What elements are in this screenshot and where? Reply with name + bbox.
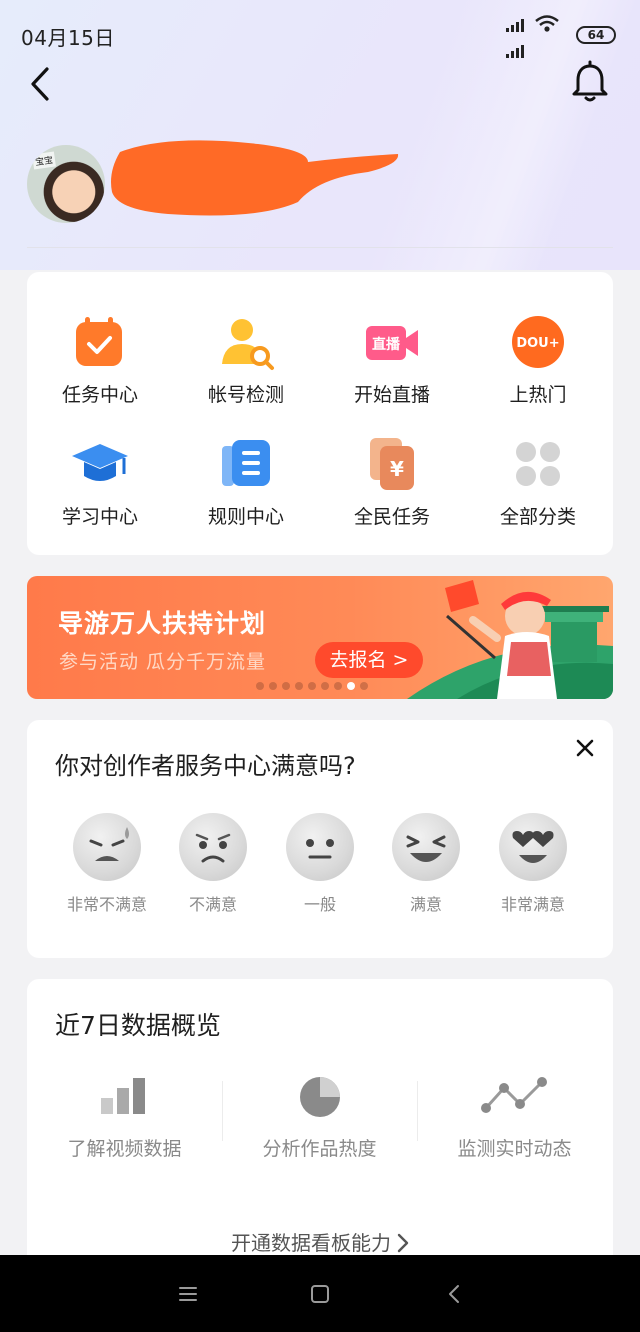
overview-item-label: 分析作品热度 [262, 1138, 377, 1160]
survey-option-unsatisfied[interactable]: 不满意 [160, 813, 266, 915]
home-icon[interactable] [307, 1281, 333, 1307]
header-divider [27, 247, 613, 248]
worried-face-icon [179, 813, 247, 881]
battery-indicator: 64 [576, 26, 616, 44]
survey-option-label: 非常不满意 [66, 895, 147, 914]
close-icon[interactable] [573, 736, 597, 760]
overview-item-label: 了解视频数据 [67, 1138, 182, 1160]
rules-book-icon [216, 434, 276, 494]
menu-icon[interactable] [175, 1281, 201, 1307]
chevron-right-icon [397, 1233, 409, 1253]
survey-option-label: 一般 [303, 895, 336, 914]
survey-title: 你对创作者服务中心满意吗? [55, 752, 356, 780]
yuan-task-icon: ¥ [362, 434, 422, 494]
pagination-dot[interactable] [256, 682, 264, 690]
pagination-dot[interactable] [282, 682, 290, 690]
survey-option-satisfied[interactable]: 满意 [373, 813, 479, 915]
grid-label: 任务中心 [61, 384, 138, 406]
banner-title: 导游万人扶持计划 [58, 609, 267, 638]
survey-option-label: 满意 [409, 895, 442, 914]
grid-label: 全民任务 [353, 506, 430, 528]
dou-plus-icon: DOU+ [508, 312, 568, 372]
avatar[interactable]: 宝宝 [27, 145, 105, 223]
start-live-icon: 直播 [362, 312, 422, 372]
grid-label: 开始直播 [353, 384, 430, 406]
pagination-dot[interactable] [321, 682, 329, 690]
line-trend-icon [480, 1074, 547, 1120]
grid-item-start-live[interactable]: 直播 开始直播 [319, 312, 465, 407]
grid-label: 上热门 [509, 384, 567, 406]
yuan-task-icon-text: ¥ [390, 457, 404, 481]
open-dashboard-link[interactable]: 开通数据看板能力 [27, 1227, 613, 1256]
pagination-dot[interactable] [308, 682, 316, 690]
open-dashboard-label: 开通数据看板能力 [231, 1231, 391, 1255]
overview-title: 近7日数据概览 [55, 1011, 221, 1040]
back-icon[interactable] [26, 64, 56, 104]
system-back-icon[interactable] [442, 1281, 468, 1307]
overview-item-video-data[interactable]: 了解视频数据 [27, 1074, 222, 1161]
dou-plus-icon-text: DOU+ [516, 336, 559, 351]
signal-icon [506, 18, 524, 32]
system-navigation-bar [0, 1255, 640, 1332]
grid-item-dou-plus[interactable]: DOU+ 上热门 [465, 312, 611, 407]
grid-label: 全部分类 [499, 506, 576, 528]
grid-item-rules-center[interactable]: 规则中心 [173, 434, 319, 529]
tired-face-icon [73, 813, 141, 881]
banner-signup-button[interactable]: 去报名 > [315, 642, 423, 678]
start-live-icon-text: 直播 [372, 336, 401, 353]
survey-option-very-satisfied[interactable]: 非常满意 [480, 813, 586, 915]
heart-eyes-face-icon [499, 813, 567, 881]
grid-label: 规则中心 [207, 506, 284, 528]
grid-label: 帐号检测 [207, 384, 284, 406]
pie-chart-icon [290, 1074, 350, 1120]
grid-item-all-categories[interactable]: 全部分类 [465, 434, 611, 529]
all-categories-icon [508, 434, 568, 494]
grid-item-task-center[interactable]: 任务中心 [27, 312, 173, 407]
task-center-icon [70, 312, 130, 372]
satisfaction-survey-card: 你对创作者服务中心满意吗? 非常不满意 不满意 一般 满意 非常满意 [27, 720, 613, 958]
feature-grid: 任务中心 帐号检测 直播 开始直播 DOU+ 上热门 学习中心 规则中心 ¥ 全… [27, 272, 613, 555]
pagination-dot[interactable] [295, 682, 303, 690]
pagination-dot[interactable] [347, 682, 355, 690]
survey-option-neutral[interactable]: 一般 [267, 813, 373, 915]
overview-item-realtime[interactable]: 监测实时动态 [417, 1074, 612, 1161]
banner-pagination-dots [256, 682, 368, 690]
wifi-icon [535, 15, 559, 32]
status-time: 04月15日 [21, 26, 115, 50]
overview-item-works-heat[interactable]: 分析作品热度 [222, 1074, 417, 1161]
grid-item-all-people-task[interactable]: ¥ 全民任务 [319, 434, 465, 529]
laughing-face-icon [392, 813, 460, 881]
status-icons: 64 [506, 14, 616, 64]
pagination-dot[interactable] [334, 682, 342, 690]
bar-chart-icon [95, 1074, 155, 1120]
survey-option-very-unsatisfied[interactable]: 非常不满意 [54, 813, 160, 915]
pagination-dot[interactable] [269, 682, 277, 690]
learning-cap-icon [70, 434, 130, 494]
grid-item-learning-center[interactable]: 学习中心 [27, 434, 173, 529]
promo-banner[interactable]: 导游万人扶持计划 参与活动 瓜分千万流量 去报名 > [27, 576, 613, 699]
pagination-dot[interactable] [360, 682, 368, 690]
banner-subtitle: 参与活动 瓜分千万流量 [59, 651, 267, 673]
grid-item-account-check[interactable]: 帐号检测 [173, 312, 319, 407]
account-check-icon [216, 312, 276, 372]
neutral-face-icon [286, 813, 354, 881]
survey-option-label: 非常满意 [500, 895, 565, 914]
bell-icon[interactable] [570, 60, 610, 104]
grid-label: 学习中心 [61, 506, 138, 528]
data-overview-card: 近7日数据概览 了解视频数据 分析作品热度 监测实时动态 开通数据看板能力 [27, 979, 613, 1279]
overview-item-label: 监测实时动态 [457, 1138, 572, 1160]
survey-option-label: 不满意 [188, 895, 237, 914]
redacted-username [111, 140, 399, 216]
avatar-sticker-text: 宝宝 [32, 151, 56, 170]
signal-2-icon [506, 44, 524, 58]
